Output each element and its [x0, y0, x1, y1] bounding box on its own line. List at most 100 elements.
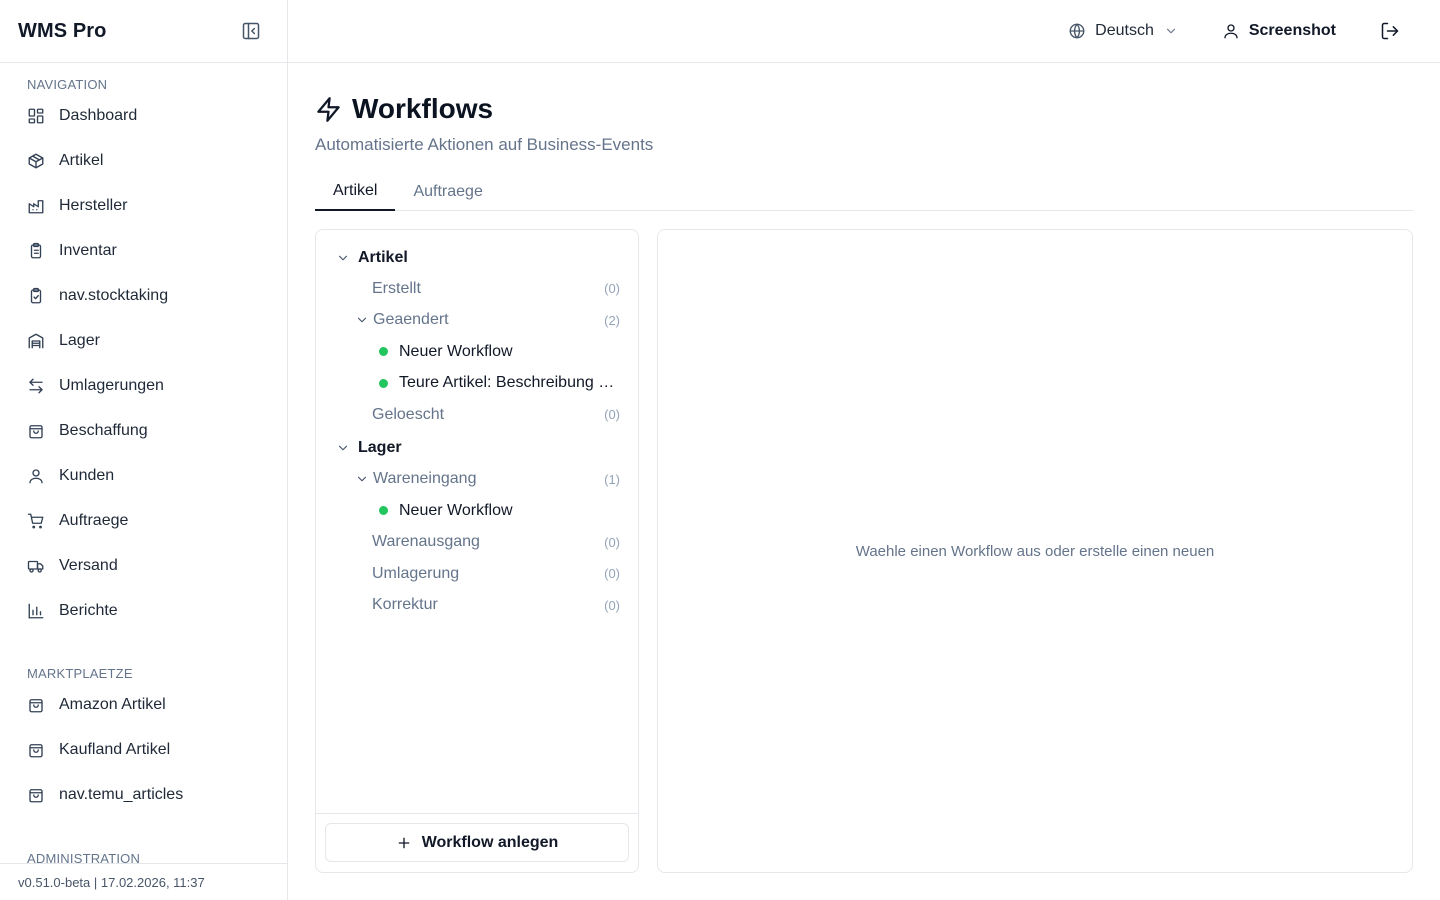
shopping-bag-icon	[27, 422, 45, 440]
panel-left-close-icon	[241, 21, 261, 41]
tree-event-label: Geloescht	[372, 405, 445, 423]
sidebar-item-amazon-artikel[interactable]: Amazon Artikel	[0, 682, 287, 727]
globe-icon	[1068, 22, 1086, 40]
sidebar-item-label: Lager	[59, 331, 100, 349]
tab-auftraege[interactable]: Auftraege	[395, 173, 500, 211]
workflow-tree: Artikel Erstellt (0) Geaendert (2) Neuer Work…	[316, 230, 638, 621]
sidebar-item-list: Amazon Artikel Kaufland Artikel nav.temu_a…	[0, 682, 287, 817]
collapse-sidebar-button[interactable]	[239, 19, 263, 43]
sidebar-section: MARKTPLAETZE Amazon Artikel Kaufland Artik…	[0, 666, 287, 817]
add-workflow-label: Workflow anlegen	[421, 833, 559, 851]
workflow-label: Neuer Workflow	[399, 501, 513, 519]
tree-event[interactable]: Warenausgang (0)	[316, 527, 638, 559]
sidebar-item-label: Artikel	[59, 151, 104, 169]
empty-state-message: Waehle einen Workflow aus oder erstelle …	[855, 542, 1215, 560]
tree-event-count: (2)	[604, 312, 620, 328]
workflow-item[interactable]: Teure Artikel: Beschreibung ae...	[316, 368, 638, 400]
package-icon	[27, 152, 45, 170]
warehouse-icon	[27, 332, 45, 350]
add-workflow-button[interactable]: Workflow anlegen	[325, 823, 629, 862]
tree-event[interactable]: Geloescht (0)	[316, 399, 638, 431]
sidebar: WMS Pro NAVIGATION Dashboard Artikel Herste…	[0, 0, 288, 900]
sidebar-item-versand[interactable]: Versand	[0, 543, 287, 588]
sidebar-item-nav-stocktaking[interactable]: nav.stocktaking	[0, 273, 287, 318]
sidebar-item-berichte[interactable]: Berichte	[0, 588, 287, 633]
sidebar-item-label: Kunden	[59, 466, 115, 484]
chevron-down-icon	[336, 441, 350, 455]
sidebar-item-label: Hersteller	[59, 196, 128, 214]
shopping-bag-icon	[27, 741, 45, 759]
sidebar-item-umlagerungen[interactable]: Umlagerungen	[0, 363, 287, 408]
sidebar-item-beschaffung[interactable]: Beschaffung	[0, 408, 287, 453]
logout-icon	[1380, 21, 1400, 41]
tree-event[interactable]: Umlagerung (0)	[316, 558, 638, 590]
tree-event-left: Korrektur	[372, 596, 438, 614]
shopping-bag-icon	[27, 696, 45, 714]
dashboard-icon	[27, 107, 45, 125]
sidebar-section: ADMINISTRATION	[0, 851, 287, 863]
tree-event[interactable]: Geaendert (2)	[316, 305, 638, 337]
workflow-item[interactable]: Neuer Workflow	[316, 336, 638, 368]
sidebar-item-label: Auftraege	[59, 511, 129, 529]
sidebar-item-label: Amazon Artikel	[59, 695, 166, 713]
sidebar-item-list: Dashboard Artikel Hersteller Inventar nav.st…	[0, 93, 287, 633]
truck-icon	[27, 557, 45, 575]
sidebar-item-label: Dashboard	[59, 106, 138, 124]
sidebar-item-dashboard[interactable]: Dashboard	[0, 93, 287, 138]
sidebar-item-label: Kaufland Artikel	[59, 740, 171, 758]
user-name: Screenshot	[1248, 22, 1336, 39]
sidebar-item-kaufland-artikel[interactable]: Kaufland Artikel	[0, 727, 287, 772]
user-icon	[27, 467, 45, 485]
chevron-down-icon	[355, 472, 369, 486]
sidebar-item-auftraege[interactable]: Auftraege	[0, 498, 287, 543]
tree-event-label: Erstellt	[372, 279, 421, 297]
sidebar-item-hersteller[interactable]: Hersteller	[0, 183, 287, 228]
logout-button[interactable]	[1380, 21, 1400, 41]
language-selector[interactable]: Deutsch	[1068, 22, 1178, 40]
bar-chart-icon	[27, 602, 45, 620]
workflow-panels: Artikel Erstellt (0) Geaendert (2) Neuer Work…	[315, 229, 1413, 873]
page-subtitle: Automatisierte Aktionen auf Business-Eve…	[315, 135, 654, 154]
tree-event-left: Geloescht	[372, 406, 444, 424]
arrows-left-right-icon	[27, 377, 45, 395]
main-content: Workflows Automatisierte Aktionen auf Bu…	[315, 63, 1413, 873]
app-brand: WMS Pro	[18, 19, 107, 42]
workflow-item[interactable]: Neuer Workflow	[316, 495, 638, 527]
shopping-bag-icon	[27, 786, 45, 804]
tree-event[interactable]: Erstellt (0)	[316, 273, 638, 305]
topbar: Deutsch Screenshot	[288, 0, 1440, 63]
shopping-cart-icon	[27, 512, 45, 530]
sidebar-item-lager[interactable]: Lager	[0, 318, 287, 363]
tree-group-label: Artikel	[358, 248, 408, 266]
tree-event[interactable]: Korrektur (0)	[316, 590, 638, 622]
tree-event[interactable]: Wareneingang (1)	[316, 464, 638, 496]
tree-event-count: (0)	[604, 566, 620, 582]
tree-event-label: Umlagerung	[372, 564, 460, 582]
workflow-label: Teure Artikel: Beschreibung ae...	[399, 374, 620, 392]
sidebar-section-title: ADMINISTRATION	[27, 851, 141, 863]
tree-group-label: Lager	[358, 439, 402, 456]
tree-event-left: Geaendert	[355, 311, 449, 329]
factory-icon	[27, 197, 45, 215]
sidebar-item-inventar[interactable]: Inventar	[0, 228, 287, 273]
language-label: Deutsch	[1095, 22, 1154, 39]
chevron-down-icon	[355, 313, 369, 327]
sidebar-item-artikel[interactable]: Artikel	[0, 138, 287, 183]
sidebar-section-title: NAVIGATION	[27, 77, 108, 92]
sidebar-item-kunden[interactable]: Kunden	[0, 453, 287, 498]
tree-group[interactable]: Artikel	[316, 242, 638, 273]
tree-footer: Workflow anlegen	[316, 813, 638, 872]
sidebar-item-nav-temu-articles[interactable]: nav.temu_articles	[0, 772, 287, 817]
sidebar-nav[interactable]: NAVIGATION Dashboard Artikel Hersteller Inve…	[0, 63, 287, 863]
tab-artikel[interactable]: Artikel	[315, 173, 396, 211]
user-menu[interactable]: Screenshot	[1222, 22, 1336, 40]
sidebar-item-label: Beschaffung	[59, 421, 148, 439]
tree-event-label: Geaendert	[373, 311, 449, 329]
plus-icon	[396, 835, 412, 851]
tree-group[interactable]: Lager	[316, 433, 638, 464]
status-dot	[379, 506, 388, 516]
user-icon	[1222, 22, 1240, 40]
clipboard-list-icon	[27, 242, 45, 260]
sidebar-section: NAVIGATION Dashboard Artikel Hersteller Inve…	[0, 77, 287, 633]
sidebar-item-label: Versand	[59, 556, 118, 574]
